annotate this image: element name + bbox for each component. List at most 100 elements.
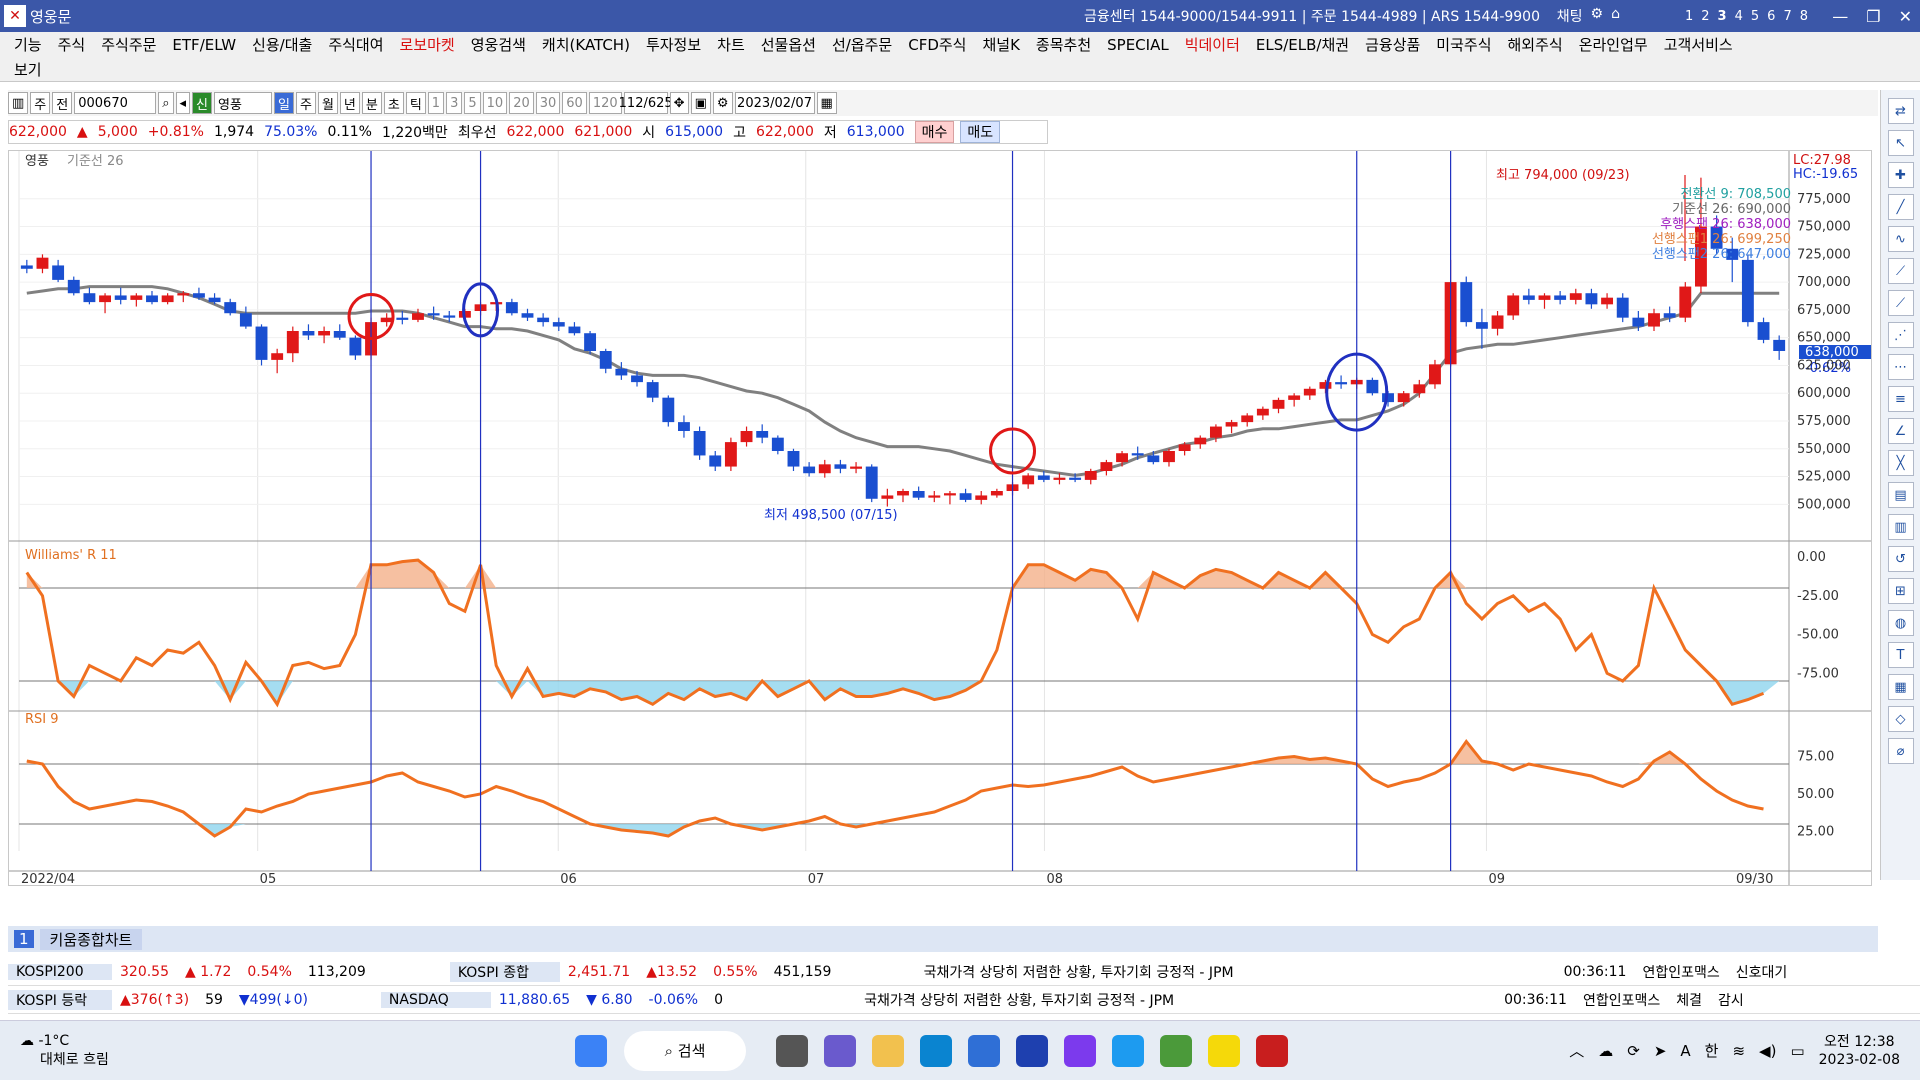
candle-body[interactable]: [1429, 364, 1441, 385]
candle-body[interactable]: [1241, 415, 1254, 423]
chevron-up-icon[interactable]: ︿: [1569, 1040, 1584, 1061]
menu-item-9[interactable]: 투자정보: [646, 34, 701, 55]
candle-body[interactable]: [380, 317, 393, 323]
screen-tab-4[interactable]: 4: [1735, 9, 1743, 24]
menu-item-16[interactable]: SPECIAL: [1107, 36, 1169, 54]
period-select[interactable]: 주: [30, 92, 51, 114]
candle-body[interactable]: [1491, 315, 1504, 329]
candle-body[interactable]: [83, 293, 96, 303]
weather-widget[interactable]: ☁ -1°C 대체로 흐림: [20, 1033, 109, 1069]
chat-app-icon[interactable]: [824, 1034, 856, 1067]
candle-body[interactable]: [787, 451, 800, 467]
menu-item-0[interactable]: 기능: [14, 34, 42, 55]
draw-tool-0-icon[interactable]: ⇄: [1887, 98, 1914, 124]
candle-body[interactable]: [881, 495, 894, 499]
menu-item-18[interactable]: ELS/ELB/채권: [1256, 34, 1349, 55]
kakaotalk-icon[interactable]: [1208, 1034, 1240, 1067]
candle-body[interactable]: [1413, 384, 1426, 394]
stock-chart[interactable]: 영풍 기준선 26 최고 794,000 (09/23) 최저 498,500 …: [9, 151, 1871, 887]
menu-item-11[interactable]: 선물옵션: [761, 34, 816, 55]
candle-body[interactable]: [255, 326, 268, 360]
app-icon-1[interactable]: [1016, 1034, 1048, 1067]
menu-item-14[interactable]: 채널K: [982, 34, 1019, 55]
candle-body[interactable]: [1460, 282, 1473, 323]
home-icon[interactable]: ⌂: [1611, 6, 1620, 26]
count-field[interactable]: 112/625: [619, 92, 673, 114]
candle-body[interactable]: [1116, 453, 1128, 463]
news-headline[interactable]: 국채가격 상당히 저렴한 상황, 투자기회 긍정적 - JPM: [916, 962, 1556, 982]
news-headline[interactable]: 국채가격 상당히 저렴한 상황, 투자기회 긍정적 - JPM: [856, 990, 1496, 1010]
edge-icon[interactable]: [920, 1034, 952, 1067]
candle-body[interactable]: [1475, 322, 1488, 329]
candle-body[interactable]: [1147, 455, 1160, 463]
candle-body[interactable]: [599, 351, 612, 369]
candle-body[interactable]: [52, 265, 65, 280]
candle-body[interactable]: [1616, 297, 1629, 318]
watch-label[interactable]: 감시: [1710, 990, 1752, 1010]
minute-20[interactable]: 20: [509, 92, 534, 114]
candle-body[interactable]: [1585, 293, 1598, 305]
candle-body[interactable]: [771, 437, 784, 451]
candle-body[interactable]: [740, 431, 753, 443]
zoom-icon[interactable]: ✥: [669, 92, 689, 114]
draw-tool-11-icon[interactable]: ╳: [1887, 450, 1914, 476]
interval-6[interactable]: 틱: [405, 92, 426, 114]
menu-item-21[interactable]: 해외주식: [1508, 34, 1563, 55]
candle-body[interactable]: [818, 464, 831, 474]
draw-tool-19-icon[interactable]: ◇: [1887, 706, 1914, 732]
draw-tool-17-icon[interactable]: T: [1887, 642, 1914, 668]
menu-item-19[interactable]: 금융상품: [1365, 34, 1420, 55]
candle-body[interactable]: [1178, 444, 1191, 451]
candle-body[interactable]: [850, 466, 863, 469]
settings-icon[interactable]: ⚙: [1591, 6, 1604, 26]
candle-body[interactable]: [521, 313, 534, 318]
screen-tab-5[interactable]: 5: [1751, 9, 1759, 24]
candle-body[interactable]: [1679, 286, 1692, 318]
candle-body[interactable]: [865, 466, 878, 499]
menu-item-23[interactable]: 고객서비스: [1664, 34, 1733, 55]
candle-body[interactable]: [99, 295, 111, 303]
candle-body[interactable]: [1397, 393, 1410, 403]
candle-body[interactable]: [693, 431, 706, 456]
layout-icon[interactable]: ▥: [8, 92, 29, 114]
menu-item-8[interactable]: 캐치(KATCH): [542, 34, 630, 55]
candle-body[interactable]: [1194, 437, 1207, 445]
candle-body[interactable]: [552, 322, 565, 327]
candle-body[interactable]: [349, 337, 362, 356]
candle-body[interactable]: [130, 295, 143, 300]
candle-body[interactable]: [318, 331, 331, 336]
candle-body[interactable]: [959, 493, 972, 500]
gear-icon[interactable]: ⚙: [712, 92, 733, 114]
candle-body[interactable]: [724, 442, 737, 467]
candle-body[interactable]: [756, 431, 769, 438]
close-icon[interactable]: ✕: [1899, 7, 1912, 26]
menu-item-22[interactable]: 온라인업무: [1579, 34, 1648, 55]
menu-item-3[interactable]: ETF/ELW: [172, 36, 236, 54]
ticker-name-kospi-adv[interactable]: KOSPI 등락: [8, 989, 112, 1010]
draw-tool-2-icon[interactable]: ✚: [1887, 162, 1914, 188]
candle-body[interactable]: [615, 368, 628, 376]
app-icon-4[interactable]: [1160, 1034, 1192, 1067]
candle-body[interactable]: [286, 331, 299, 354]
candle-body[interactable]: [678, 422, 690, 431]
minute-30[interactable]: 30: [535, 92, 561, 114]
minimize-icon[interactable]: —: [1832, 7, 1848, 26]
draw-tool-7-icon[interactable]: ⋰: [1887, 322, 1914, 348]
screen-tab-3[interactable]: 3: [1718, 9, 1727, 24]
buy-button[interactable]: 매수: [914, 121, 955, 143]
candle-body[interactable]: [1163, 451, 1175, 463]
candle-body[interactable]: [396, 317, 409, 320]
candle-body[interactable]: [505, 302, 518, 314]
date-input[interactable]: 2023/02/07: [734, 92, 815, 114]
candle-body[interactable]: [1632, 317, 1645, 327]
market-select[interactable]: 전: [52, 92, 73, 114]
candle-body[interactable]: [646, 382, 659, 398]
candle-body[interactable]: [1131, 453, 1144, 456]
candle-body[interactable]: [912, 491, 925, 498]
candle-body[interactable]: [302, 331, 315, 336]
save-icon[interactable]: ▣: [690, 92, 711, 114]
candle-body[interactable]: [36, 257, 49, 269]
candle-body[interactable]: [1303, 388, 1316, 396]
menu-item-17[interactable]: 빅데이터: [1185, 34, 1240, 55]
candle-body[interactable]: [584, 333, 597, 351]
